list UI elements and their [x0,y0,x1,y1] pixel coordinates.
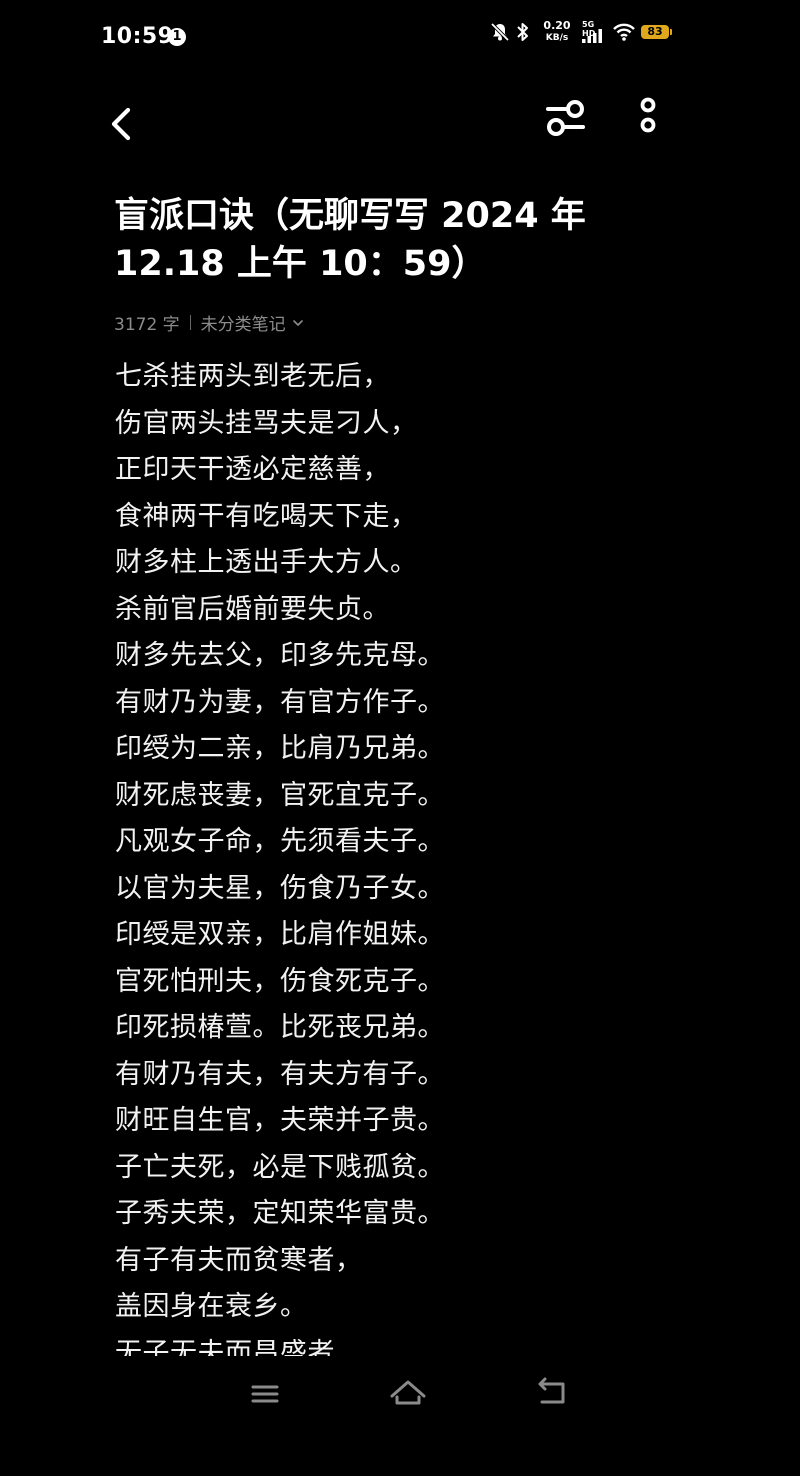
net-speed-value: 0.20 [543,19,571,32]
note-line: 子秀夫荣，定知荣华富贵。 [115,1198,445,1229]
net-speed: 0.20 KB/s [540,20,574,44]
signal-icon [582,29,602,43]
note-line: 财多先去父，印多先克母。 [115,640,445,671]
note-line: 子亡夫死，必是下贱孤贫。 [115,1151,445,1183]
menu-icon[interactable] [240,1372,290,1416]
toolbar [0,90,800,160]
note-line: 伤官两头挂骂夫是刁人， [115,407,418,439]
note-line: 官死怕刑夫，伤食死克子。 [115,965,445,997]
chevron-down-icon [292,319,303,326]
note-line: 财死虑丧妻，官死宜克子。 [115,779,445,811]
word-count: 3172 字 [114,315,180,335]
home-icon[interactable] [383,1372,433,1416]
note-body[interactable]: 七杀挂两头到老无后， 伤官两头挂骂夫是刁人， 正印天干透必定慈善， 食神两干有吃喝天下… [0,354,800,1356]
note-line: 七杀挂两头到老无后， [115,361,390,392]
note-line: 印绶是双亲，比肩作姐妹。 [115,919,445,950]
note-lines: 七杀挂两头到老无后， 伤官两头挂骂夫是刁人， 正印天干透必定慈善， 食神两干有吃喝天下… [115,354,695,1356]
adjust-icon[interactable] [540,96,590,140]
battery-icon: 83 [641,25,672,39]
note-line: 以官为夫星，伤食乃子女。 [115,872,445,904]
mute-icon [490,22,510,42]
note-line: 杀前官后婚前要失贞。 [115,593,390,625]
status-time: 10:59 [101,24,174,49]
status-bar: 10:59 1 0.20 KB/s 5G HD 83 [0,0,800,76]
bluetooth-icon [517,23,528,41]
navigation-bar [0,1360,800,1476]
back-nav-icon[interactable] [526,1372,576,1416]
note-line: 正印天干透必定慈善， [115,454,390,485]
note-line: 无子无夫而昌盛者 [115,1337,335,1357]
notification-badge: 1 [168,28,186,46]
note-line: 印绶为二亲，比肩乃兄弟。 [115,733,445,764]
back-icon[interactable] [104,104,140,144]
note-line: 盖因身在衰乡。 [115,1291,308,1322]
note-line: 有子有夫而贫寒者， [115,1244,363,1276]
note-title[interactable]: 盲派口诀（无聊写写 2024 年 12.18 上午 10：59） [114,192,674,288]
note-line: 财旺自生官，夫荣并子贵。 [115,1105,445,1136]
wifi-icon [613,23,635,41]
more-icon[interactable] [630,96,666,140]
note-line: 印死损椿萱。比死丧兄弟。 [115,1012,445,1043]
net-speed-unit: KB/s [545,33,569,43]
note-line: 有财乃为妻，有官方作子。 [115,686,445,718]
note-line: 食神两干有吃喝天下走， [115,500,418,532]
meta-divider [189,315,191,330]
category-selector[interactable]: 未分类笔记 [201,310,304,335]
note-line: 有财乃有夫，有夫方有子。 [115,1058,445,1090]
note-meta: 3172 字 未分类笔记 [114,310,304,335]
note-line: 财多柱上透出手大方人。 [115,547,418,578]
category-label: 未分类笔记 [200,315,286,335]
note-line: 凡观女子命，先须看夫子。 [115,826,445,857]
